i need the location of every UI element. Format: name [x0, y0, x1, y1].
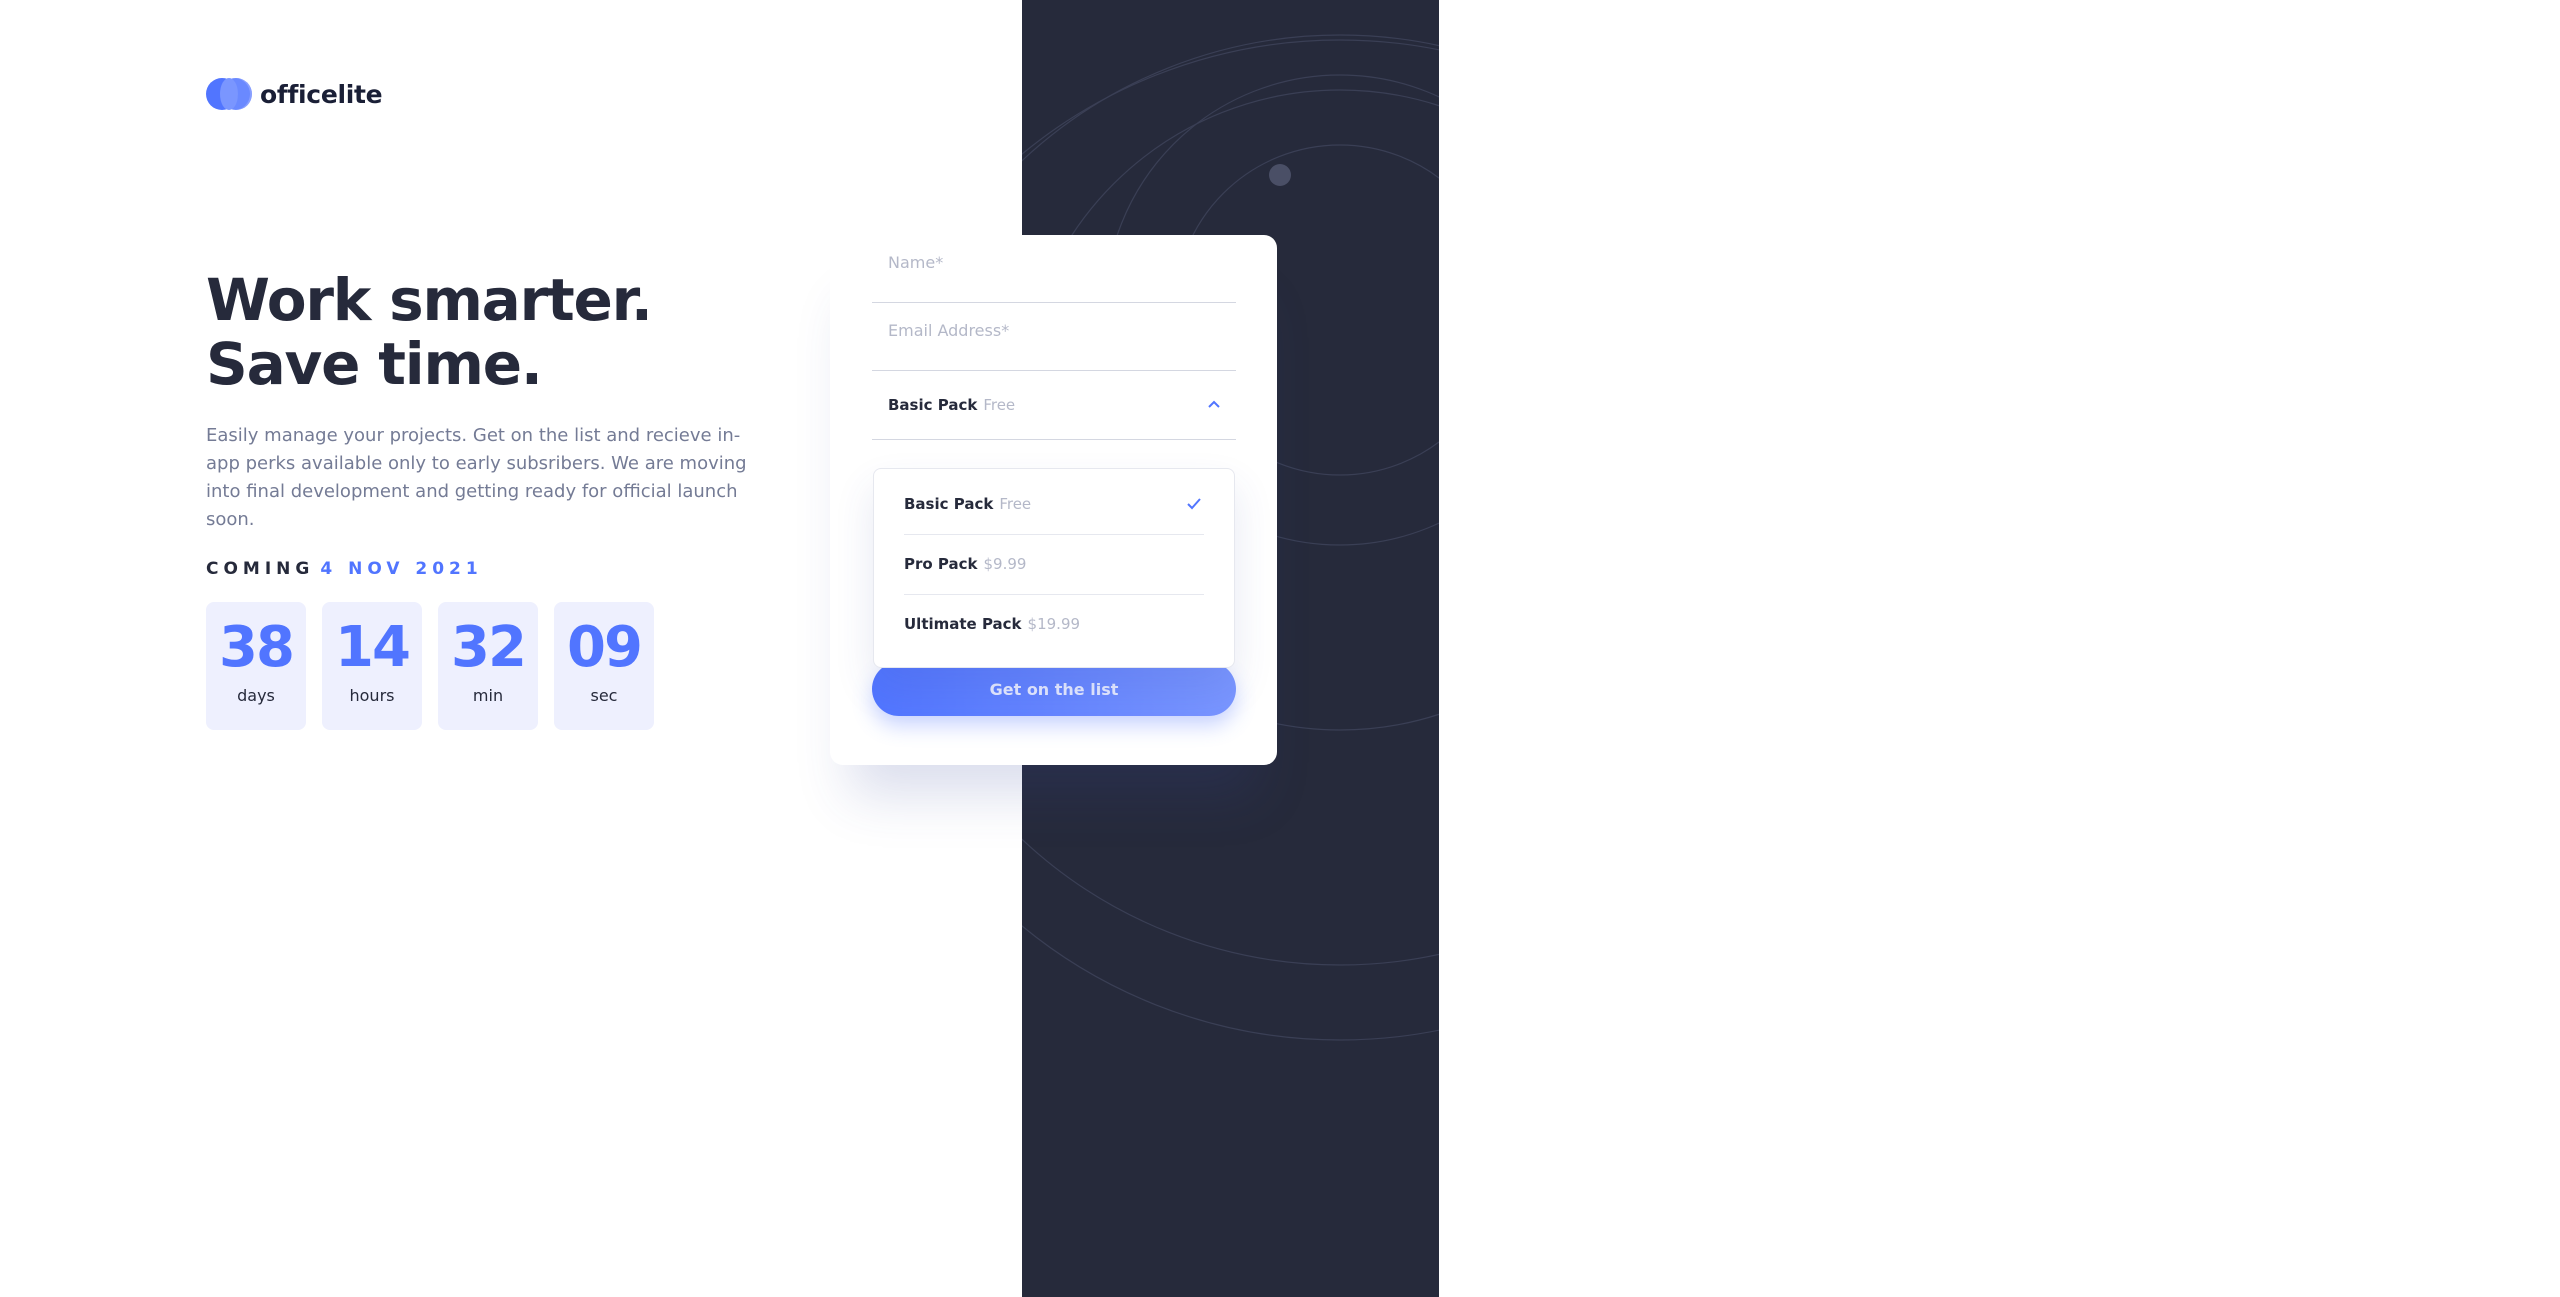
countdown-value: 38 [219, 615, 295, 680]
selected-pack-price: Free [983, 396, 1016, 414]
pack-dropdown-menu: Basic Pack Free Pro Pack $9.99 Ultimate Pa… [873, 468, 1235, 668]
pack-select[interactable]: Basic Pack Free [872, 372, 1236, 440]
option-price: $19.99 [1027, 615, 1081, 633]
countdown-days: 38 days [206, 602, 306, 730]
orbit-dot [1269, 164, 1291, 186]
option-name: Ultimate Pack [904, 615, 1022, 633]
countdown-unit: min [472, 686, 504, 705]
email-field-wrapper [872, 303, 1236, 371]
option-price: Free [999, 495, 1032, 513]
countdown-value: 32 [451, 615, 527, 680]
page-headline: Work smarter. Save time. [206, 266, 653, 398]
chevron-up-icon [1208, 400, 1220, 408]
check-icon [1187, 498, 1201, 510]
selected-pack-name: Basic Pack [888, 396, 978, 414]
pack-option-pro[interactable]: Pro Pack $9.99 [904, 535, 1204, 595]
countdown-unit: days [237, 686, 275, 705]
pack-select-value: Basic Pack Free [888, 396, 1015, 414]
countdown-value: 14 [335, 615, 411, 680]
coming-date: 4 NOV 2021 [320, 559, 483, 579]
coming-label: COMING [206, 559, 315, 579]
option-price: $9.99 [983, 555, 1027, 573]
email-input[interactable] [872, 321, 1236, 340]
pack-option-basic[interactable]: Basic Pack Free [904, 475, 1204, 535]
option-name: Pro Pack [904, 555, 978, 573]
name-input[interactable] [872, 253, 1236, 272]
countdown-seconds: 09 sec [554, 602, 654, 730]
brand-name: officelite [260, 79, 383, 109]
countdown-value: 09 [567, 615, 643, 680]
countdown-unit: sec [590, 686, 618, 705]
countdown-timer: 38 days 14 hours 32 min 09 sec [206, 602, 654, 730]
officelite-logo-icon [206, 78, 252, 110]
countdown-unit: hours [349, 686, 395, 705]
pack-option-ultimate[interactable]: Ultimate Pack $19.99 [904, 595, 1204, 655]
logo[interactable]: officelite [206, 78, 383, 110]
signup-page: officelite Work smarter. Save time. Easi… [0, 0, 2560, 1297]
countdown-hours: 14 hours [322, 602, 422, 730]
option-name: Basic Pack [904, 495, 994, 513]
launch-date: COMING 4 NOV 2021 [206, 559, 483, 579]
name-field-wrapper [872, 235, 1236, 303]
countdown-minutes: 32 min [438, 602, 538, 730]
get-on-list-button[interactable]: Get on the list [872, 662, 1236, 716]
intro-paragraph: Easily manage your projects. Get on the … [206, 425, 747, 530]
